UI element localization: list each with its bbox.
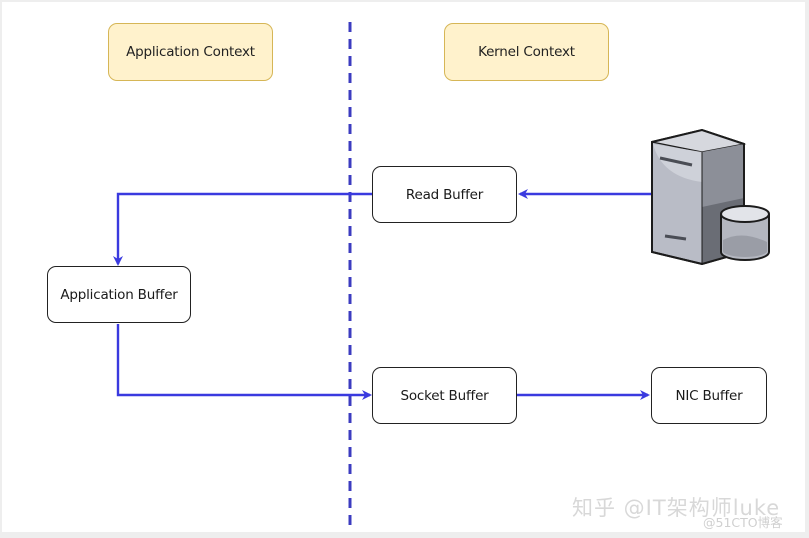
application-buffer-text: Application Buffer <box>60 286 178 303</box>
socket-buffer-node: Socket Buffer <box>372 367 517 424</box>
application-buffer-node: Application Buffer <box>47 266 191 323</box>
read-buffer-text: Read Buffer <box>405 186 484 203</box>
kernel-context-text: Kernel Context <box>478 44 575 60</box>
read-buffer-node: Read Buffer <box>372 166 517 223</box>
application-context-text: Application Context <box>126 44 255 60</box>
edge-application-buffer-to-socket-buffer <box>116 324 372 400</box>
nic-buffer-text: NIC Buffer <box>675 387 743 404</box>
edge-read-buffer-to-application-buffer <box>113 192 373 266</box>
diagram-canvas: Application Context Kernel Context Read … <box>2 2 805 532</box>
socket-buffer-text: Socket Buffer <box>400 387 489 404</box>
application-context-label: Application Context <box>108 23 273 81</box>
server-with-disk-icon <box>651 128 770 266</box>
kernel-context-label: Kernel Context <box>444 23 609 81</box>
nic-buffer-node: NIC Buffer <box>651 367 767 424</box>
watermark-51cto: @51CTO博客 <box>703 515 783 530</box>
